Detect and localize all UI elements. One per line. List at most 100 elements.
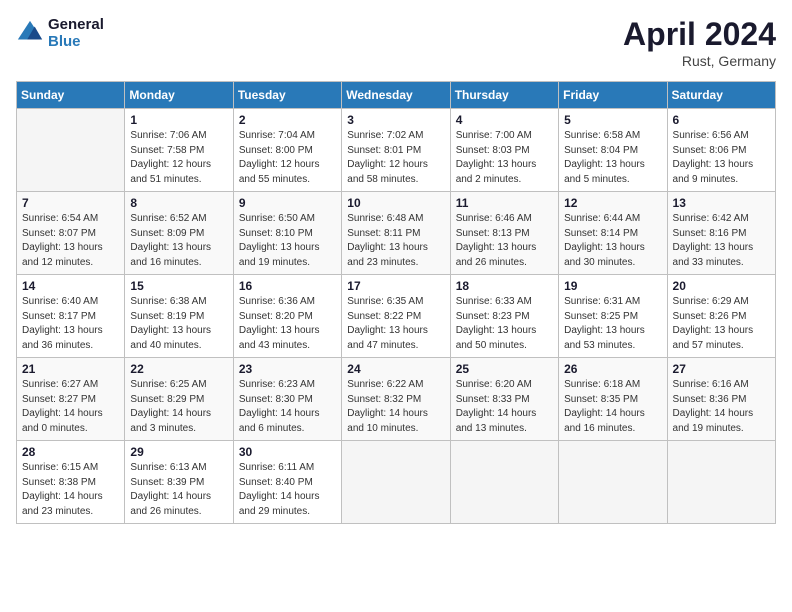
calendar-cell: 5Sunrise: 6:58 AM Sunset: 8:04 PM Daylig… bbox=[559, 109, 667, 192]
month-title: April 2024 bbox=[623, 16, 776, 53]
day-number: 8 bbox=[130, 196, 227, 210]
calendar-cell: 2 Sunrise: 7:04 AM Sunset: 8:00 PM Daylig… bbox=[233, 109, 341, 192]
calendar-cell: 6 Sunrise: 6:56 AM Sunset: 8:06 PM Daylig… bbox=[667, 109, 775, 192]
day-info: Sunrise: 6:18 AM Sunset: 8:35 PM Dayligh… bbox=[564, 378, 661, 436]
day-number: 29 bbox=[130, 445, 227, 459]
day-number: 14 bbox=[22, 279, 119, 293]
weekday-header: Saturday bbox=[667, 82, 775, 109]
day-info: Sunrise: 6:44 AM Sunset: 8:14 PM Dayligh… bbox=[564, 212, 661, 270]
calendar-cell: 26 Sunrise: 6:18 AM Sunset: 8:35 PM Dayli… bbox=[559, 358, 667, 441]
weekday-header: Monday bbox=[125, 82, 233, 109]
day-info: Sunrise: 6:29 AM Sunset: 8:26 PM Dayligh… bbox=[673, 295, 770, 353]
calendar-cell bbox=[342, 441, 450, 524]
day-info: Sunrise: 6:27 AM Sunset: 8:27 PM Dayligh… bbox=[22, 378, 119, 436]
day-info: Sunrise: 7:00 AM Sunset: 8:03 PM Dayligh… bbox=[456, 129, 553, 187]
calendar-cell: 30 Sunrise: 6:11 AM Sunset: 8:40 PM Dayli… bbox=[233, 441, 341, 524]
day-number: 9 bbox=[239, 196, 336, 210]
day-number: 22 bbox=[130, 362, 227, 376]
calendar-cell: 4 Sunrise: 7:00 AM Sunset: 8:03 PM Daylig… bbox=[450, 109, 558, 192]
logo: General Blue bbox=[16, 16, 104, 50]
calendar-week-row: 14Sunrise: 6:40 AM Sunset: 8:17 PM Dayli… bbox=[17, 275, 776, 358]
calendar-cell: 3 Sunrise: 7:02 AM Sunset: 8:01 PM Daylig… bbox=[342, 109, 450, 192]
day-number: 23 bbox=[239, 362, 336, 376]
day-number: 30 bbox=[239, 445, 336, 459]
day-number: 13 bbox=[673, 196, 770, 210]
day-number: 2 bbox=[239, 113, 336, 127]
calendar-cell: 13 Sunrise: 6:42 AM Sunset: 8:16 PM Dayli… bbox=[667, 192, 775, 275]
day-number: 24 bbox=[347, 362, 444, 376]
day-number: 16 bbox=[239, 279, 336, 293]
day-number: 26 bbox=[564, 362, 661, 376]
calendar-cell: 21 Sunrise: 6:27 AM Sunset: 8:27 PM Dayli… bbox=[17, 358, 125, 441]
calendar-cell: 11Sunrise: 6:46 AM Sunset: 8:13 PM Dayli… bbox=[450, 192, 558, 275]
day-info: Sunrise: 6:22 AM Sunset: 8:32 PM Dayligh… bbox=[347, 378, 444, 436]
day-number: 1 bbox=[130, 113, 227, 127]
calendar-cell: 12 Sunrise: 6:44 AM Sunset: 8:14 PM Dayli… bbox=[559, 192, 667, 275]
calendar-table: SundayMondayTuesdayWednesdayThursdayFrid… bbox=[16, 81, 776, 524]
weekday-header: Tuesday bbox=[233, 82, 341, 109]
day-number: 3 bbox=[347, 113, 444, 127]
calendar-cell: 27Sunrise: 6:16 AM Sunset: 8:36 PM Dayli… bbox=[667, 358, 775, 441]
title-area: April 2024 Rust, Germany bbox=[623, 16, 776, 69]
day-number: 19 bbox=[564, 279, 661, 293]
logo-text: General Blue bbox=[48, 16, 104, 50]
calendar-cell: 23 Sunrise: 6:23 AM Sunset: 8:30 PM Dayli… bbox=[233, 358, 341, 441]
calendar-cell: 17 Sunrise: 6:35 AM Sunset: 8:22 PM Dayli… bbox=[342, 275, 450, 358]
day-number: 4 bbox=[456, 113, 553, 127]
day-number: 11 bbox=[456, 196, 553, 210]
day-number: 20 bbox=[673, 279, 770, 293]
day-info: Sunrise: 7:02 AM Sunset: 8:01 PM Dayligh… bbox=[347, 129, 444, 187]
calendar-cell: 22 Sunrise: 6:25 AM Sunset: 8:29 PM Dayli… bbox=[125, 358, 233, 441]
day-number: 10 bbox=[347, 196, 444, 210]
day-info: Sunrise: 6:54 AM Sunset: 8:07 PM Dayligh… bbox=[22, 212, 119, 270]
calendar-cell: 29 Sunrise: 6:13 AM Sunset: 8:39 PM Dayli… bbox=[125, 441, 233, 524]
day-number: 12 bbox=[564, 196, 661, 210]
calendar-week-row: 7 Sunrise: 6:54 AM Sunset: 8:07 PM Daylig… bbox=[17, 192, 776, 275]
day-info: Sunrise: 6:58 AM Sunset: 8:04 PM Dayligh… bbox=[564, 129, 661, 187]
calendar-cell: 15 Sunrise: 6:38 AM Sunset: 8:19 PM Dayli… bbox=[125, 275, 233, 358]
day-number: 25 bbox=[456, 362, 553, 376]
day-info: Sunrise: 6:11 AM Sunset: 8:40 PM Dayligh… bbox=[239, 461, 336, 519]
day-info: Sunrise: 6:13 AM Sunset: 8:39 PM Dayligh… bbox=[130, 461, 227, 519]
day-info: Sunrise: 6:36 AM Sunset: 8:20 PM Dayligh… bbox=[239, 295, 336, 353]
weekday-header-row: SundayMondayTuesdayWednesdayThursdayFrid… bbox=[17, 82, 776, 109]
day-info: Sunrise: 6:48 AM Sunset: 8:11 PM Dayligh… bbox=[347, 212, 444, 270]
day-number: 6 bbox=[673, 113, 770, 127]
weekday-header: Thursday bbox=[450, 82, 558, 109]
calendar-week-row: 1Sunrise: 7:06 AM Sunset: 7:58 PM Daylig… bbox=[17, 109, 776, 192]
day-number: 18 bbox=[456, 279, 553, 293]
calendar-cell: 16 Sunrise: 6:36 AM Sunset: 8:20 PM Dayli… bbox=[233, 275, 341, 358]
day-info: Sunrise: 6:35 AM Sunset: 8:22 PM Dayligh… bbox=[347, 295, 444, 353]
day-info: Sunrise: 6:42 AM Sunset: 8:16 PM Dayligh… bbox=[673, 212, 770, 270]
day-number: 15 bbox=[130, 279, 227, 293]
calendar-cell bbox=[559, 441, 667, 524]
day-number: 17 bbox=[347, 279, 444, 293]
calendar-cell: 18Sunrise: 6:33 AM Sunset: 8:23 PM Dayli… bbox=[450, 275, 558, 358]
calendar-cell bbox=[450, 441, 558, 524]
day-info: Sunrise: 6:20 AM Sunset: 8:33 PM Dayligh… bbox=[456, 378, 553, 436]
day-number: 21 bbox=[22, 362, 119, 376]
day-info: Sunrise: 7:04 AM Sunset: 8:00 PM Dayligh… bbox=[239, 129, 336, 187]
calendar-cell: 8 Sunrise: 6:52 AM Sunset: 8:09 PM Daylig… bbox=[125, 192, 233, 275]
calendar-cell: 9Sunrise: 6:50 AM Sunset: 8:10 PM Daylig… bbox=[233, 192, 341, 275]
calendar-cell: 7 Sunrise: 6:54 AM Sunset: 8:07 PM Daylig… bbox=[17, 192, 125, 275]
calendar-cell: 20 Sunrise: 6:29 AM Sunset: 8:26 PM Dayli… bbox=[667, 275, 775, 358]
calendar-week-row: 28 Sunrise: 6:15 AM Sunset: 8:38 PM Dayli… bbox=[17, 441, 776, 524]
day-info: Sunrise: 6:23 AM Sunset: 8:30 PM Dayligh… bbox=[239, 378, 336, 436]
calendar-cell: 1Sunrise: 7:06 AM Sunset: 7:58 PM Daylig… bbox=[125, 109, 233, 192]
page-header: General Blue April 2024 Rust, Germany bbox=[16, 16, 776, 69]
day-info: Sunrise: 6:25 AM Sunset: 8:29 PM Dayligh… bbox=[130, 378, 227, 436]
calendar-cell: 14Sunrise: 6:40 AM Sunset: 8:17 PM Dayli… bbox=[17, 275, 125, 358]
day-number: 7 bbox=[22, 196, 119, 210]
day-number: 28 bbox=[22, 445, 119, 459]
day-info: Sunrise: 6:38 AM Sunset: 8:19 PM Dayligh… bbox=[130, 295, 227, 353]
weekday-header: Friday bbox=[559, 82, 667, 109]
day-info: Sunrise: 6:15 AM Sunset: 8:38 PM Dayligh… bbox=[22, 461, 119, 519]
calendar-cell: 24 Sunrise: 6:22 AM Sunset: 8:32 PM Dayli… bbox=[342, 358, 450, 441]
calendar-cell bbox=[17, 109, 125, 192]
day-info: Sunrise: 6:52 AM Sunset: 8:09 PM Dayligh… bbox=[130, 212, 227, 270]
day-info: Sunrise: 6:56 AM Sunset: 8:06 PM Dayligh… bbox=[673, 129, 770, 187]
location: Rust, Germany bbox=[623, 53, 776, 69]
day-info: Sunrise: 6:31 AM Sunset: 8:25 PM Dayligh… bbox=[564, 295, 661, 353]
day-info: Sunrise: 6:16 AM Sunset: 8:36 PM Dayligh… bbox=[673, 378, 770, 436]
